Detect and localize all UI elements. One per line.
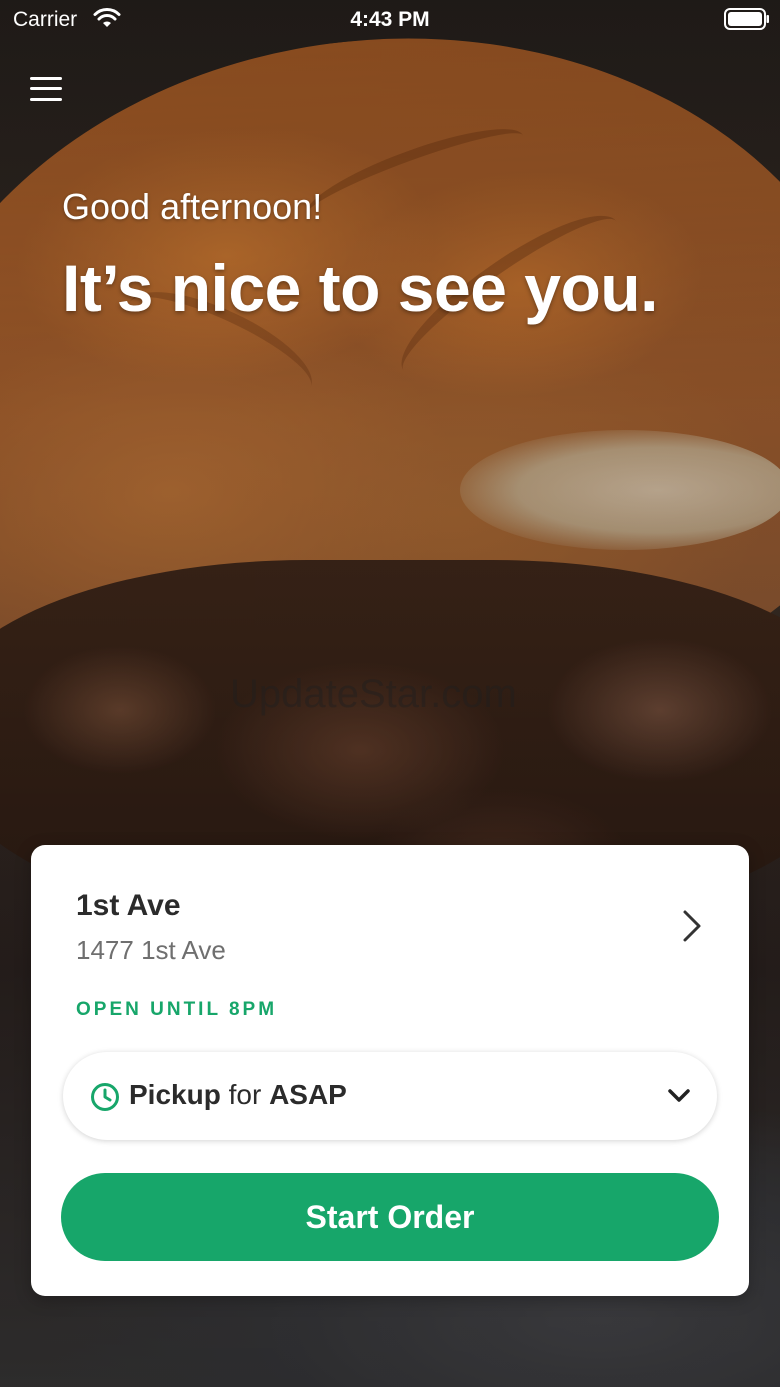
order-type-dropdown[interactable]: Pickup for ASAP	[63, 1052, 717, 1140]
order-mode: Pickup	[129, 1079, 221, 1110]
status-time: 4:43 PM	[350, 8, 430, 31]
order-connector: for	[228, 1079, 262, 1110]
start-order-button[interactable]: Start Order	[61, 1173, 719, 1261]
order-type-text: Pickup for ASAP	[129, 1079, 347, 1111]
location-card: 1st Ave 1477 1st Ave OPEN UNTIL 8PM Pick…	[31, 845, 749, 1296]
home-screen: Carrier 4:43 PM Good afternoon! It’s nic…	[0, 0, 780, 1387]
open-status-label: OPEN UNTIL 8PM	[76, 999, 278, 1020]
location-name: 1st Ave	[76, 889, 181, 922]
hamburger-menu-icon[interactable]	[30, 73, 62, 103]
watermark-text: UpdateStar.com	[230, 672, 517, 716]
location-address: 1477 1st Ave	[76, 935, 226, 965]
chevron-right-icon	[683, 910, 701, 942]
chevron-down-icon	[668, 1089, 690, 1102]
order-time: ASAP	[269, 1079, 347, 1110]
location-selector[interactable]: 1st Ave 1477 1st Ave	[31, 845, 749, 975]
status-bar: Carrier 4:43 PM	[0, 0, 780, 40]
battery-icon	[724, 8, 769, 30]
clock-icon	[91, 1083, 119, 1111]
welcome-headline: It’s nice to see you.	[62, 251, 658, 325]
greeting-text: Good afternoon!	[62, 186, 323, 227]
